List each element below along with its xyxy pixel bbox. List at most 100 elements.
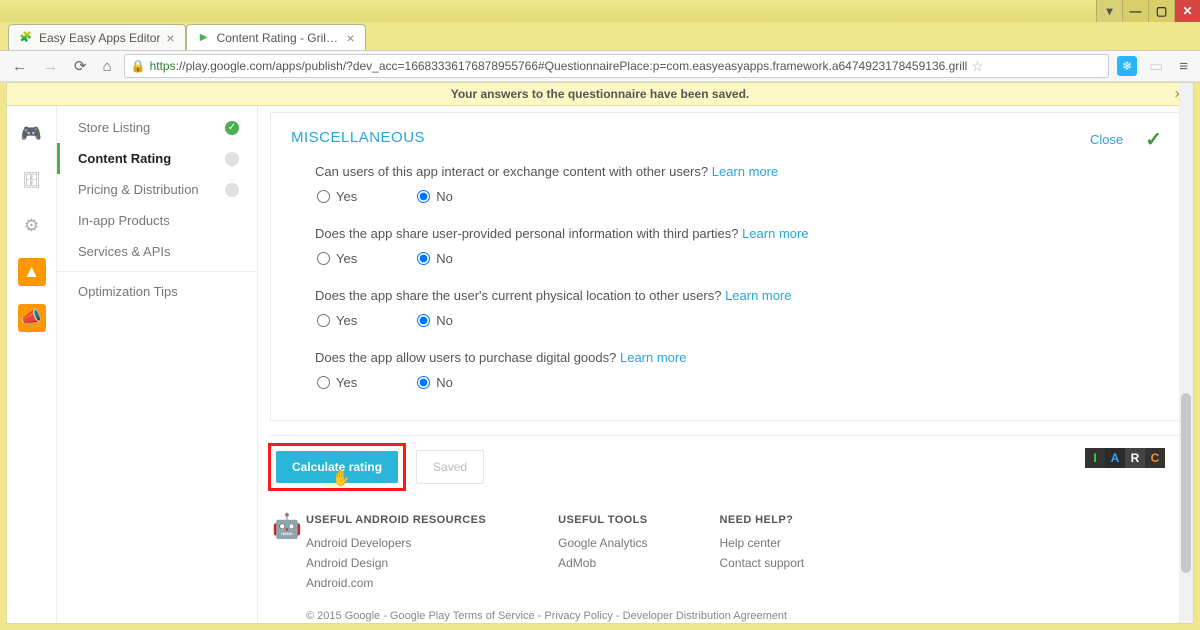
learn-more-link[interactable]: Learn more (712, 164, 778, 179)
menu-icon[interactable]: ≡ (1175, 58, 1192, 75)
window-user-button[interactable]: ▾ (1096, 0, 1122, 22)
footer-link[interactable]: AdMob (558, 556, 647, 570)
footer-heading: USEFUL TOOLS (558, 514, 647, 526)
section-title: MISCELLANEOUS (291, 129, 1160, 146)
database-icon[interactable]: 🗄 (18, 166, 46, 194)
learn-more-link[interactable]: Learn more (742, 226, 808, 241)
footer-col-tools: USEFUL TOOLS Google Analytics AdMob (558, 514, 647, 596)
check-icon: ✓ (1145, 127, 1162, 152)
calculate-rating-button[interactable]: Calculate rating (276, 451, 398, 483)
tab-content-rating[interactable]: ▶ Content Rating - Grillz Res × (186, 24, 366, 50)
extension-icon[interactable]: ❄ (1117, 56, 1137, 76)
tab-close-icon[interactable]: × (346, 30, 354, 46)
announce-icon[interactable]: 📣 (18, 304, 46, 332)
footer-link[interactable]: Android Developers (306, 536, 486, 550)
tab-easy-easy-apps[interactable]: 🧩 Easy Easy Apps Editor × (8, 24, 186, 50)
radio-no[interactable]: No (417, 313, 453, 328)
section-close-link[interactable]: Close (1090, 132, 1123, 147)
sidebar-item-pricing[interactable]: Pricing & Distribution (57, 174, 257, 205)
radio-no[interactable]: No (417, 251, 453, 266)
radio-label: Yes (336, 375, 357, 390)
iarc-logo: I A R C (1085, 448, 1165, 468)
footer-link[interactable]: Android Design (306, 556, 486, 570)
alert-icon[interactable]: ▲ (18, 258, 46, 286)
learn-more-link[interactable]: Learn more (620, 350, 686, 365)
bookmark-star-icon[interactable]: ☆ (971, 58, 984, 75)
radio-label: Yes (336, 251, 357, 266)
question-text: Can users of this app interact or exchan… (315, 164, 708, 179)
sidebar-item-label: Pricing & Distribution (78, 182, 199, 197)
window-titlebar: ▾ — ▢ ✕ (0, 0, 1200, 22)
tab-close-icon[interactable]: × (166, 30, 174, 46)
check-icon: ✓ (225, 121, 239, 135)
iarc-letter: R (1125, 448, 1145, 468)
question-text: Does the app share the user's current ph… (315, 288, 721, 303)
window-maximize-button[interactable]: ▢ (1148, 0, 1174, 22)
window-close-button[interactable]: ✕ (1174, 0, 1200, 22)
forward-button[interactable]: → (39, 58, 62, 75)
radio-yes[interactable]: Yes (317, 313, 357, 328)
radio-label: No (436, 375, 453, 390)
radio-yes[interactable]: Yes (317, 189, 357, 204)
learn-more-link[interactable]: Learn more (725, 288, 791, 303)
iarc-letter: A (1105, 448, 1125, 468)
footer-col-help: NEED HELP? Help center Contact support (720, 514, 805, 596)
radio-yes[interactable]: Yes (317, 375, 357, 390)
iarc-letter: C (1145, 448, 1165, 468)
radio-yes[interactable]: Yes (317, 251, 357, 266)
android-icon: 🤖 (272, 512, 302, 541)
content-area: MISCELLANEOUS Close ✓ Can users of this … (257, 106, 1193, 622)
window-minimize-button[interactable]: — (1122, 0, 1148, 22)
question-text: Does the app allow users to purchase dig… (315, 350, 616, 365)
sidebar-item-store-listing[interactable]: Store Listing ✓ (57, 112, 257, 143)
footer-link[interactable]: Contact support (720, 556, 805, 570)
footer-heading: USEFUL ANDROID RESOURCES (306, 514, 486, 526)
sidebar-item-label: Services & APIs (78, 244, 170, 259)
sidebar-item-label: Content Rating (78, 151, 171, 166)
sidebar-item-content-rating[interactable]: Content Rating (57, 143, 257, 174)
question-digital-goods: Does the app allow users to purchase dig… (315, 350, 1160, 390)
question-share-personal: Does the app share user-provided persona… (315, 226, 1160, 266)
radio-label: No (436, 313, 453, 328)
icon-rail: 🎮 🗄 ⚙ ▲ 📣 (7, 106, 57, 622)
gamepad-icon[interactable]: 🎮 (18, 120, 46, 148)
scrollbar-thumb[interactable] (1181, 393, 1191, 573)
address-bar[interactable]: 🔒 https://play.google.com/apps/publish/?… (124, 54, 1109, 78)
footer-heading: NEED HELP? (720, 514, 805, 526)
url-protocol: https (150, 59, 176, 73)
saved-button[interactable]: Saved (416, 450, 484, 484)
sidebar-item-services[interactable]: Services & APIs (57, 236, 257, 267)
notification-text: Your answers to the questionnaire have b… (451, 87, 750, 101)
footer-legal: © 2015 Google - Google Play Terms of Ser… (306, 610, 1183, 622)
sidebar-item-inapp[interactable]: In-app Products (57, 205, 257, 236)
question-interact: Can users of this app interact or exchan… (315, 164, 1160, 204)
footer-link[interactable]: Android.com (306, 576, 486, 590)
status-dot-icon (225, 152, 239, 166)
gear-icon[interactable]: ⚙ (18, 212, 46, 240)
question-location: Does the app share the user's current ph… (315, 288, 1160, 328)
radio-no[interactable]: No (417, 189, 453, 204)
reload-button[interactable]: ⟳ (70, 57, 91, 75)
extension-slot-icon[interactable]: ▭ (1145, 57, 1167, 75)
tab-title: Content Rating - Grillz Res (217, 31, 341, 45)
back-button[interactable]: ← (8, 58, 31, 75)
miscellaneous-section: MISCELLANEOUS Close ✓ Can users of this … (270, 112, 1181, 421)
question-text: Does the app share user-provided persona… (315, 226, 738, 241)
sidebar-item-label: Store Listing (78, 120, 150, 135)
footer: 🤖 USEFUL ANDROID RESOURCES Android Devel… (258, 498, 1193, 622)
footer-link[interactable]: Google Analytics (558, 536, 647, 550)
sidebar-item-label: In-app Products (78, 213, 170, 228)
radio-no[interactable]: No (417, 375, 453, 390)
side-nav: Store Listing ✓ Content Rating Pricing &… (57, 106, 257, 622)
radio-label: No (436, 251, 453, 266)
tab-title: Easy Easy Apps Editor (39, 31, 160, 45)
notification-bar: Your answers to the questionnaire have b… (7, 83, 1193, 106)
iarc-letter: I (1085, 448, 1105, 468)
url-rest: ://play.google.com/apps/publish/?dev_acc… (176, 59, 968, 73)
favicon-icon: 🧩 (19, 31, 33, 45)
home-button[interactable]: ⌂ (99, 58, 116, 75)
scrollbar-track[interactable] (1179, 83, 1193, 623)
sidebar-item-optimization[interactable]: Optimization Tips (57, 276, 257, 307)
footer-link[interactable]: Help center (720, 536, 805, 550)
radio-label: No (436, 189, 453, 204)
